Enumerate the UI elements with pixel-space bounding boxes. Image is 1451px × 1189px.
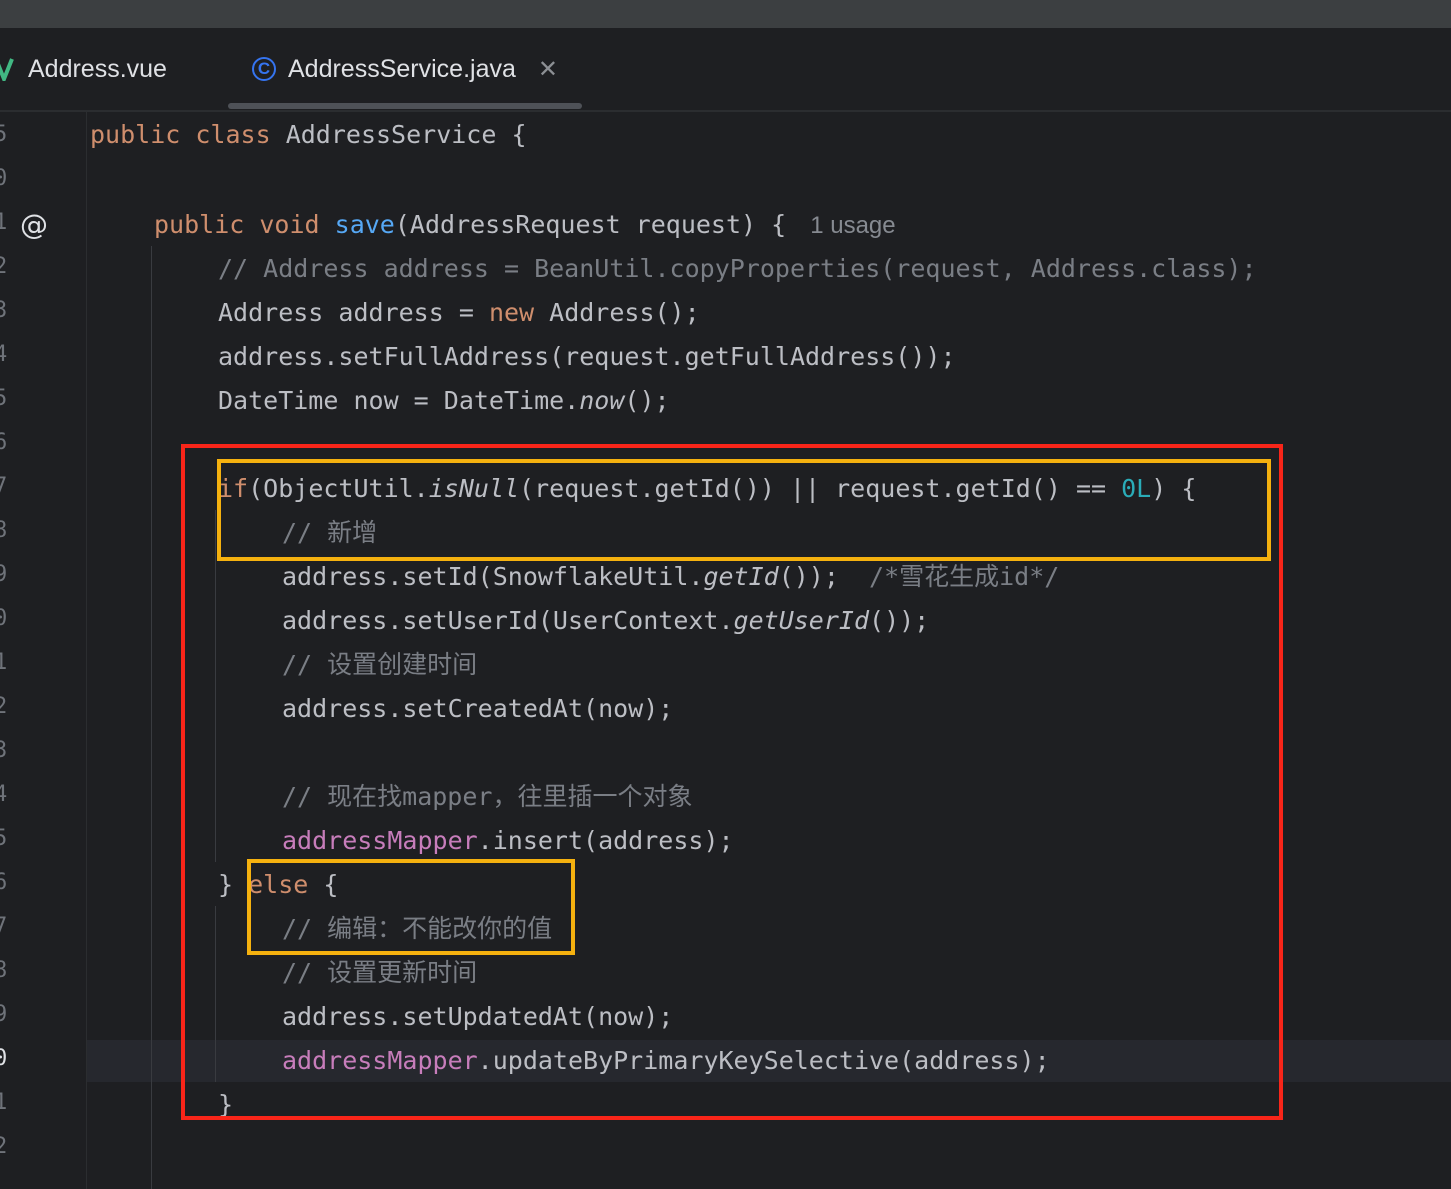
keyword: new — [488, 298, 535, 327]
tab-label: AddressService.java — [288, 54, 516, 83]
line-number: 9 — [0, 562, 8, 587]
code-text: Address address = — [218, 298, 489, 327]
line-number: 1 — [0, 210, 8, 235]
editor-tab-bar: Address.vue C AddressService.java ✕ — [0, 28, 1451, 112]
usage-hint[interactable]: 1 usage — [810, 212, 895, 239]
line-number-gutter: 5 0 1 2 3 4 5 6 7 8 9 0 1 2 3 4 5 6 7 8 … — [0, 112, 87, 1189]
line-number: 7 — [0, 474, 8, 499]
title-bar — [0, 0, 1451, 28]
tab-address-vue[interactable]: Address.vue — [0, 28, 167, 110]
tab-label: Address.vue — [28, 54, 167, 83]
indent-guide — [151, 246, 152, 1189]
line-number: 3 — [0, 738, 8, 763]
code-line: public void save(AddressRequest request)… — [154, 203, 896, 248]
line-number: 0 — [0, 606, 8, 631]
code-comment: // Address address = BeanUtil.copyProper… — [218, 254, 1257, 283]
line-number: 1 — [0, 1090, 8, 1115]
tab-address-service-java[interactable]: C AddressService.java ✕ — [252, 28, 558, 110]
line-number: 5 — [0, 826, 8, 851]
line-number: 5 — [0, 386, 8, 411]
line-number: 0 — [0, 166, 8, 191]
line-number: 6 — [0, 870, 8, 895]
implements-marker-icon[interactable]: @ — [20, 208, 52, 241]
code-line: Address address = new Address(); — [218, 291, 700, 335]
line-number: 1 — [0, 650, 8, 675]
class-name: AddressService { — [285, 120, 527, 149]
line-number: 5 — [0, 122, 8, 147]
active-tab-indicator — [228, 103, 582, 109]
code-text: (AddressRequest request) { — [394, 210, 787, 239]
java-class-icon: C — [252, 57, 276, 81]
code-line: DateTime now = DateTime.now(); — [218, 379, 670, 423]
line-number: 3 — [0, 298, 8, 323]
line-number: 2 — [0, 694, 8, 719]
code-text: (); — [624, 386, 670, 415]
annotation-box-if — [217, 459, 1271, 561]
line-number: 8 — [0, 518, 8, 543]
line-number: 6 — [0, 430, 8, 455]
code-text: DateTime now = DateTime. — [218, 386, 580, 415]
code-line: public class AddressService { — [90, 113, 527, 157]
line-number: 9 — [0, 1002, 8, 1027]
code-line: address.setFullAddress(request.getFullAd… — [218, 342, 956, 371]
static-method: now — [579, 386, 625, 415]
method-name: save — [334, 210, 395, 239]
code-text: Address(); — [534, 298, 700, 327]
close-icon[interactable]: ✕ — [538, 55, 558, 84]
line-number: 2 — [0, 1134, 8, 1159]
annotation-box-else — [247, 859, 575, 955]
line-number-current: 0 — [0, 1046, 8, 1071]
line-number: 7 — [0, 914, 8, 939]
vue-icon — [0, 58, 14, 81]
keyword: public void — [154, 210, 320, 239]
line-number: 4 — [0, 342, 8, 367]
line-number: 2 — [0, 254, 8, 279]
line-number: 4 — [0, 782, 8, 807]
keyword: public class — [90, 120, 271, 149]
line-number: 8 — [0, 958, 8, 983]
